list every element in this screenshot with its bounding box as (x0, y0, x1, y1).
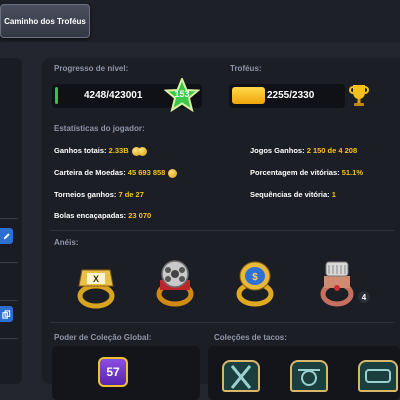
edit-button[interactable] (0, 228, 13, 244)
top-bar: Caminho dos Troféus (0, 0, 400, 42)
level-progress-value: 4248/423001 (84, 90, 143, 101)
ring-count-badge: 4 (358, 291, 370, 303)
collection-power-value: 57 (106, 365, 120, 379)
left-divider-2 (0, 262, 18, 263)
level-progress-fill (55, 87, 58, 104)
svg-text:X: X (93, 274, 99, 284)
trophies-value: 2255/2330 (267, 90, 315, 101)
win-streak-stat: Sequências de vitória: 1 (250, 190, 336, 199)
balls-potted-value: 23 070 (128, 211, 152, 220)
ring-3-icon[interactable]: $ (232, 258, 278, 308)
win-percentage-label: Porcentagem de vitórias: (250, 168, 340, 177)
trophies-progress-fill (232, 87, 265, 104)
section-divider-2 (50, 322, 395, 323)
left-divider-4 (0, 338, 18, 339)
trophy-road-tab[interactable]: Caminho dos Troféus (0, 4, 90, 38)
trophy-icon (349, 85, 369, 106)
copy-button[interactable] (0, 306, 13, 322)
wallet-label: Carteira de Moedas: (54, 168, 126, 177)
left-side-panel (0, 58, 22, 384)
pencil-icon (3, 232, 10, 239)
ring-2-icon[interactable] (152, 258, 198, 308)
balls-potted-stat: Bolas encaçapadas: 23 070 (54, 211, 151, 220)
cue-collection-3-icon[interactable] (358, 360, 398, 392)
copy-icon (2, 309, 11, 319)
games-won-label: Jogos Ganhos: (250, 146, 305, 155)
total-earnings-stat: Ganhos totais: 2.33B (54, 146, 147, 156)
left-divider (0, 218, 18, 219)
balls-potted-label: Bolas encaçapadas: (54, 211, 127, 220)
win-streak-label: Sequências de vitória: (250, 190, 330, 199)
crossed-cues-icon (230, 365, 252, 389)
ring-count: 4 (361, 292, 367, 302)
tournaments-value: 7 de 27 (118, 190, 144, 199)
tournaments-stat: Torneios ganhos: 7 de 27 (54, 190, 144, 199)
rings-title: Anéis: (54, 238, 79, 247)
level-progress-title: Progresso de nível: (54, 64, 129, 73)
wallet-value: 45 693 858 (127, 168, 166, 177)
ring-4-icon[interactable] (314, 258, 360, 308)
cue-rack-icon (365, 369, 391, 383)
collection-power-title: Poder de Coleção Global: (54, 333, 152, 342)
stats-title: Estatísticas do jogador: (54, 124, 145, 133)
trophies-title: Troféus: (230, 64, 262, 73)
svg-text:$: $ (252, 272, 258, 283)
collection-power-badge[interactable]: 57 (98, 357, 128, 387)
tournaments-label: Torneios ganhos: (54, 190, 117, 199)
total-earnings-value: 2.33B (108, 146, 129, 155)
coin-icon (137, 146, 147, 156)
win-percentage-stat: Porcentagem de vitórias: 51.1% (250, 168, 363, 177)
left-divider-3 (0, 300, 18, 301)
level-star-badge: 153 (164, 78, 200, 112)
ring-1-icon[interactable]: X (73, 260, 119, 310)
cue-emblem-icon (298, 369, 320, 386)
cue-collection-2-icon[interactable] (290, 360, 328, 392)
win-streak-value: 1 (331, 190, 336, 199)
games-won-value: 2 150 de 4 208 (306, 146, 358, 155)
games-won-stat: Jogos Ganhos: 2 150 de 4 208 (250, 146, 357, 155)
wallet-stat: Carteira de Moedas: 45 693 858 (54, 168, 178, 178)
total-earnings-label: Ganhos totais: (54, 146, 107, 155)
cue-collections-title: Coleções de tacos: (214, 333, 287, 342)
coin-icon (168, 168, 178, 178)
cue-collection-1-icon[interactable] (222, 360, 260, 392)
section-divider (50, 230, 395, 231)
level-number: 153 (174, 89, 190, 99)
win-percentage-value: 51.1% (341, 168, 363, 177)
